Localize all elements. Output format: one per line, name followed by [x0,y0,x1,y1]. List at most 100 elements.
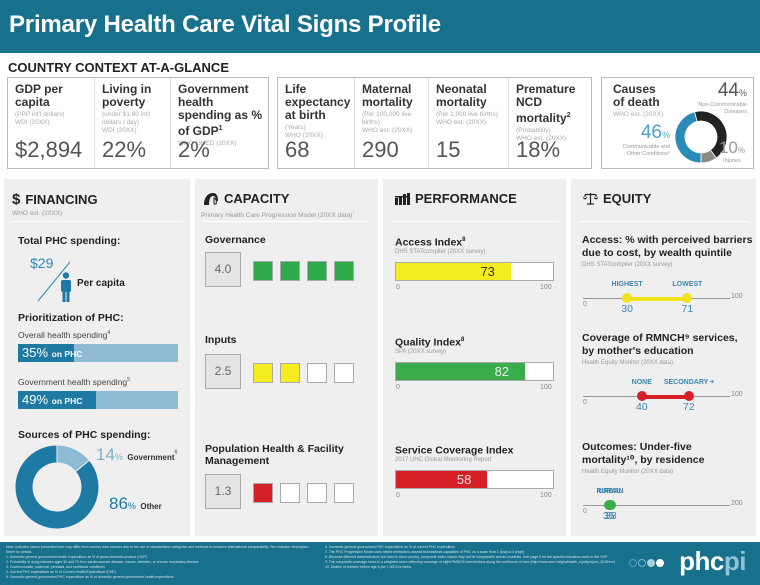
page-title: Primary Health Care Vital Signs Profile [9,11,441,38]
economic-context-box: GDP per capita (PPP int'l dollars) WDI (… [7,77,269,169]
capacity-square-filled [280,261,300,281]
comm-label: Communicable and [622,144,670,150]
financing-header: $ FINANCING [12,191,98,208]
person-icon [61,272,71,302]
dollar-icon: $ [12,191,21,208]
performance-item-source: DHS STATcompiler (20XX survey) [395,249,486,255]
divider [579,221,748,222]
financing-title: FINANCING [25,192,98,207]
performance-value: 82 [494,364,510,379]
overall-spending-bar: 35% on PHC [18,344,178,362]
context-source: WHO est. (20XX) [436,119,487,126]
equity-high-value: 72 [682,401,695,413]
equity-low-label: NONE [631,379,652,386]
overall-spending-text: Overall health spending [18,330,108,340]
overall-pct: 35% [22,345,49,360]
context-card-ncd-mortality: Premature NCD mortality2 (Probability) W… [508,78,592,168]
context-card-gdp: GDP per capita (PPP int'l dollars) WDI (… [8,78,94,168]
equity-low-marker [636,391,647,401]
gov-spending-label: Government health spending5 [18,377,130,387]
scales-icon [583,193,598,205]
performance-bar: 82 [395,362,554,381]
context-label: Neonatal mortality [436,82,487,109]
equity-item-source: Health Equity Monitor (20XX data) [582,360,674,366]
axis-max-label: 100 [540,492,552,499]
axis-max-label: 100 [540,384,552,391]
divider [203,221,370,222]
overall-spending-label: Overall health spending4 [18,330,110,340]
performance-item-label: Service Coverage Index [395,444,514,457]
logo-dot [647,559,655,567]
other-share-value: 86 [109,494,128,513]
footnote-ref: 7 [352,210,355,215]
gov-spending-text: Government health spending [18,377,128,387]
context-card-gov-health-spending: Government health spending as % of GDP1 … [170,78,269,168]
footnote-ref: 8 [462,237,466,243]
capacity-square-empty [280,483,300,503]
capacity-square-filled [280,363,300,383]
footer-note: Note: Indicator values presented here ma… [6,545,309,554]
context-value: 15 [436,137,461,162]
logo-dots-icon [629,559,664,567]
other-share-label: Other [140,502,162,511]
capacity-header: CAPACITY [203,191,289,206]
capacity-square-filled [253,261,273,281]
gov-spending-bar: 49% on PHC [18,391,178,409]
total-phc-title: Total PHC spending: [18,235,121,247]
capacity-square-filled [307,261,327,281]
governance-label: Governance [205,234,266,246]
equity-high-marker [683,391,694,401]
context-value: 18% [516,137,561,162]
governance-score: 4.0 [205,252,241,287]
context-card-maternal-mortality: Maternal mortality (Per 100,000 live bir… [354,78,428,168]
axis-min-label: 0 [583,508,587,515]
country-context-title: COUNTRY CONTEXT AT-A-GLANCE [8,60,229,75]
page-header: Primary Health Care Vital Signs Profile [0,0,760,53]
equity-high-value: 71 [681,303,694,315]
axis-max-label: 100 [731,293,743,300]
equity-gap-segment [641,394,689,399]
prioritization-title: Prioritization of PHC: [18,312,124,324]
ncd-label: Non-Communicable [698,102,747,108]
health-context-box: Life expectancy at birth (Years) WHO (20… [277,77,592,169]
footnote-ref: 6 [174,449,178,456]
gov-spending-value: 49% on PHC [22,392,82,407]
causes-source: WHO est. (20XX) [613,111,664,118]
pct-sign: % [737,146,745,155]
logo-dot [629,559,637,567]
injuries-share: 10% Injuries [719,138,745,164]
equity-low-label: HIGHEST [611,281,643,288]
capacity-source: Primary Health Care Progression Model (2… [201,210,355,219]
performance-value: 58 [456,472,472,487]
axis-min-label: 0 [396,284,400,291]
performance-bar: 58 [395,470,554,489]
footnotes-right: 6. Domestic general government PHC expen… [325,545,625,570]
performance-bar: 73 [395,262,554,281]
overall-spending-value: 35% on PHC [22,345,82,360]
context-card-life-expectancy: Life expectancy at birth (Years) WHO (20… [278,78,354,168]
axis-min-label: 0 [396,384,400,391]
context-card-poverty: Living in poverty (under $1.90 int'l dol… [94,78,170,168]
context-label: Premature NCD mortality2 [516,83,592,125]
context-label: Life expectancy at birth [285,82,351,122]
equity-low-value: 40 [635,401,648,413]
equity-item-source: Health Equity Monitor (20XX data) [582,469,674,475]
context-source: WHO est. (20XX) [362,127,413,134]
sources-title: Sources of PHC spending: [18,429,151,441]
performance-value: 73 [480,264,495,279]
equity-high-label: SECONDARY + [663,379,715,386]
gov-share-value: 14 [96,445,115,464]
axis-min-label: 0 [583,399,587,406]
pct-sign: % [114,452,123,462]
context-source: (Per 1,000 live births) [436,111,498,118]
inputs-label: Inputs [205,334,237,346]
performance-item-title: Access Index8 [395,234,465,249]
capacity-title: CAPACITY [224,191,290,206]
on-phc-label: on PHC [51,396,83,406]
context-source: WDI (20XX) [15,119,50,126]
performance-title: PERFORMANCE [415,191,517,206]
capacity-square-empty [334,483,354,503]
context-value: 22% [102,137,147,162]
footnote-ref: 5 [127,377,130,384]
context-value: 68 [285,137,310,162]
